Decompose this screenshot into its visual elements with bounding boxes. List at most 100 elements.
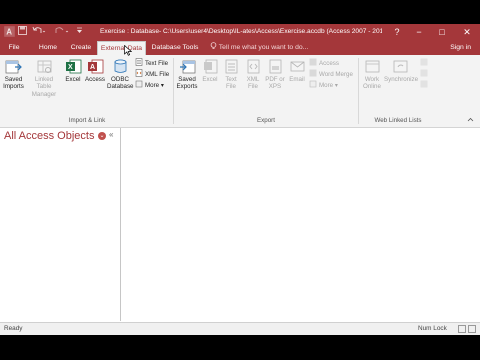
import-access-label: Access bbox=[85, 76, 105, 83]
import-link-group-label: Import & Link bbox=[68, 117, 106, 124]
maximize-button[interactable]: □ bbox=[431, 24, 453, 41]
group-separator bbox=[358, 58, 359, 124]
tell-me-box[interactable]: Tell me what you want to do... bbox=[210, 41, 308, 55]
synchronize-icon bbox=[392, 58, 409, 75]
import-xml-file-label: XML File bbox=[145, 71, 170, 78]
tab-database-tools[interactable]: Database Tools bbox=[149, 41, 201, 55]
access-icon bbox=[309, 58, 317, 66]
change-behavior-button[interactable] bbox=[420, 69, 430, 80]
nav-pane-title[interactable]: All Access Objects bbox=[4, 130, 94, 142]
saved-exports-icon bbox=[179, 58, 196, 75]
nav-pane-menu-icon[interactable]: ⌄ bbox=[98, 132, 106, 140]
import-xml-file-button[interactable]: XML File bbox=[135, 69, 169, 80]
help-button[interactable]: ? bbox=[386, 24, 408, 41]
collapse-ribbon-icon[interactable] bbox=[467, 117, 474, 124]
export-xml-file-button[interactable]: XML File bbox=[243, 58, 263, 91]
odbc-database-label: ODBC Database bbox=[107, 76, 134, 91]
discard-changes-button[interactable] bbox=[420, 80, 430, 91]
saved-imports-label: Saved Imports bbox=[3, 76, 24, 91]
tab-external-data[interactable]: External Data bbox=[97, 41, 146, 55]
linked-table-manager-icon bbox=[36, 58, 53, 75]
linked-table-manager-label: Linked Table Manager bbox=[31, 76, 57, 98]
export-email-button[interactable]: Email bbox=[287, 58, 307, 83]
import-more-label: More bbox=[145, 82, 160, 89]
view-icon[interactable] bbox=[468, 325, 476, 333]
export-pdf-xps-button[interactable]: PDF or XPS bbox=[264, 58, 286, 91]
export-more-button[interactable]: More ▾ bbox=[309, 80, 338, 91]
window-title: Exercise : Database- C:\Users\user4\Desk… bbox=[100, 28, 382, 35]
access-logo-icon[interactable]: A bbox=[4, 26, 15, 39]
export-group-label: Export bbox=[257, 117, 275, 124]
chevron-down-icon: ▾ bbox=[160, 82, 164, 89]
chevron-down-icon: ▾ bbox=[334, 82, 338, 89]
access-icon: A bbox=[87, 58, 104, 75]
export-text-file-button[interactable]: Text File bbox=[221, 58, 241, 91]
excel-icon: X bbox=[65, 58, 82, 75]
export-access-button[interactable]: Access bbox=[309, 58, 339, 69]
redo-icon[interactable] bbox=[55, 26, 69, 37]
synchronize-label: Synchronize bbox=[384, 76, 419, 83]
saved-exports-label: Saved Exports bbox=[176, 76, 198, 91]
title-bar: A Exercise : Database- C:\Users\user4\De… bbox=[0, 24, 480, 41]
customize-qat-icon[interactable] bbox=[76, 26, 83, 37]
minimize-button[interactable]: − bbox=[408, 24, 430, 41]
export-email-label: Email bbox=[289, 76, 305, 83]
import-text-file-label: Text File bbox=[145, 60, 169, 67]
tab-file[interactable]: File bbox=[0, 41, 28, 55]
document-workspace[interactable] bbox=[121, 128, 480, 321]
navigation-pane: All Access Objects ⌄ « bbox=[0, 128, 121, 321]
discard-changes-icon bbox=[420, 80, 428, 88]
export-excel-label: Excel bbox=[202, 76, 218, 83]
group-separator bbox=[173, 58, 174, 124]
saved-imports-button[interactable]: Saved Imports bbox=[2, 58, 25, 91]
relink-icon bbox=[420, 58, 428, 66]
synchronize-button[interactable]: Synchronize bbox=[384, 58, 419, 83]
linked-table-manager-button[interactable]: Linked Table Manager bbox=[27, 58, 61, 98]
tab-create[interactable]: Create bbox=[66, 41, 96, 55]
status-bar: Ready Num Lock bbox=[0, 322, 480, 335]
svg-text:A: A bbox=[6, 28, 12, 37]
ribbon: Saved Imports Linked Table Manager X Exc… bbox=[0, 55, 480, 128]
odbc-database-button[interactable]: ODBC Database bbox=[107, 58, 134, 91]
export-excel-button[interactable]: Excel bbox=[201, 58, 219, 83]
export-text-file-label: Text File bbox=[225, 76, 237, 91]
relink-lists-button[interactable] bbox=[420, 58, 430, 69]
saved-imports-icon bbox=[5, 58, 22, 75]
sign-in-link[interactable]: Sign in bbox=[450, 41, 471, 55]
more-icon bbox=[135, 80, 143, 88]
export-more-label: More bbox=[319, 82, 334, 89]
lightbulb-icon bbox=[210, 42, 219, 51]
email-icon bbox=[289, 58, 306, 75]
xml-file-icon bbox=[135, 69, 143, 77]
export-word-merge-label: Word Merge bbox=[319, 71, 353, 78]
text-file-icon bbox=[223, 58, 240, 75]
change-behavior-icon bbox=[420, 69, 428, 77]
odbc-database-icon bbox=[112, 58, 129, 75]
view-icon[interactable] bbox=[458, 325, 466, 333]
import-more-button[interactable]: More ▾ bbox=[135, 80, 164, 91]
more-icon bbox=[309, 80, 317, 88]
save-icon[interactable] bbox=[18, 26, 27, 37]
svg-text:X: X bbox=[68, 64, 73, 71]
ribbon-tabs: File Home Create External Data Database … bbox=[0, 41, 480, 55]
num-lock-indicator: Num Lock bbox=[418, 325, 447, 332]
pdf-icon bbox=[267, 58, 284, 75]
export-access-label: Access bbox=[319, 60, 339, 67]
import-access-button[interactable]: A Access bbox=[85, 58, 105, 83]
tab-home[interactable]: Home bbox=[33, 41, 63, 55]
import-text-file-button[interactable]: Text File bbox=[135, 58, 168, 69]
access-window: A Exercise : Database- C:\Users\user4\De… bbox=[0, 24, 480, 335]
saved-exports-button[interactable]: Saved Exports bbox=[176, 58, 198, 91]
shutter-bar-close-button[interactable]: « bbox=[109, 130, 113, 139]
tell-me-text: Tell me what you want to do... bbox=[218, 44, 309, 51]
import-excel-button[interactable]: X Excel bbox=[64, 58, 82, 83]
web-linked-lists-group-label: Web Linked Lists bbox=[374, 117, 422, 124]
work-online-label: Work Online bbox=[363, 76, 381, 91]
work-online-button[interactable]: Work Online bbox=[361, 58, 383, 91]
excel-icon bbox=[202, 58, 219, 75]
work-online-icon bbox=[364, 58, 381, 75]
close-button[interactable]: ✕ bbox=[456, 24, 478, 41]
svg-text:A: A bbox=[90, 64, 95, 71]
export-word-merge-button[interactable]: Word Merge bbox=[309, 69, 353, 80]
undo-icon[interactable] bbox=[32, 26, 46, 37]
